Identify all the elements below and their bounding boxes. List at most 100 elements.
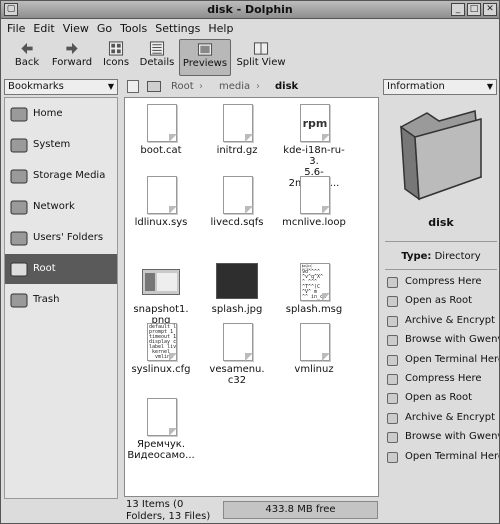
previews-label: Previews xyxy=(182,58,228,69)
file-item[interactable]: ldlinux.sys xyxy=(127,176,195,228)
action-browse-with-gwenv[interactable]: Browse with Gwenv xyxy=(383,428,499,447)
places-item-label: Trash xyxy=(33,294,60,305)
title-bar[interactable]: ▢ disk - Dolphin _ □ ✕ xyxy=(1,1,499,19)
menu-go[interactable]: Go xyxy=(97,21,112,37)
root-drive-icon[interactable] xyxy=(147,81,161,92)
document-icon xyxy=(223,176,253,214)
file-name: syslinux.cfg xyxy=(131,364,191,375)
action-label: Open Terminal Here xyxy=(405,353,499,365)
file-item[interactable]: default li prompt 1 timeout 15 display c… xyxy=(127,323,195,375)
places-item-root[interactable]: Root xyxy=(5,254,117,284)
action-open-as-root[interactable]: Open as Root xyxy=(383,292,499,311)
minimize-button[interactable]: _ xyxy=(451,3,465,16)
action-archive-encrypt-f[interactable]: Archive & Encrypt F xyxy=(383,312,499,331)
menu-bar: File Edit View Go Tools Settings Help xyxy=(3,21,497,37)
details-view-button[interactable]: Details xyxy=(137,39,177,76)
split-view-button[interactable]: Split View xyxy=(235,39,287,76)
close-button[interactable]: ✕ xyxy=(483,3,497,16)
action-icon xyxy=(387,451,398,463)
users-folder-icon xyxy=(9,229,29,247)
action-compress-here[interactable]: Compress Here xyxy=(383,370,499,389)
menu-help[interactable]: Help xyxy=(208,21,233,37)
file-name: boot.cat xyxy=(140,145,182,156)
menu-file[interactable]: File xyxy=(7,21,25,37)
icons-view-button[interactable]: Icons xyxy=(99,39,133,76)
action-icon xyxy=(387,354,398,366)
action-icon xyxy=(387,315,398,327)
action-archive-encrypt-f[interactable]: Archive & Encrypt F xyxy=(383,409,499,428)
action-icon xyxy=(387,296,398,308)
places-item-users-folders[interactable]: Users' Folders xyxy=(5,223,117,253)
previews-button[interactable]: Previews xyxy=(179,39,231,76)
back-label: Back xyxy=(14,57,40,68)
status-text: 13 Items (0 Folders, 13 Files) xyxy=(126,499,211,522)
storage-icon xyxy=(9,167,29,185)
forward-button[interactable]: Forward xyxy=(49,39,95,76)
breadcrumb-disk[interactable]: disk xyxy=(275,81,298,92)
info-divider xyxy=(385,269,497,270)
file-thumbnail xyxy=(142,263,180,301)
back-button[interactable]: Back xyxy=(7,39,47,76)
file-item[interactable]:  9d^^^^ ^v^q^X^ ^_^^^ ^T^^(C ^V^ m ^^ … xyxy=(280,263,348,315)
document-icon xyxy=(300,323,330,361)
dolphin-window: ▢ disk - Dolphin _ □ ✕ File Edit View Go Too… xyxy=(0,0,500,524)
action-browse-with-gwenv[interactable]: Browse with Gwenv xyxy=(383,331,499,350)
type-label: Type: xyxy=(401,251,432,262)
places-item-home[interactable]: Home xyxy=(5,99,117,129)
places-item-system[interactable]: System xyxy=(5,130,117,160)
file-item[interactable]: vesamenu. c32 xyxy=(203,323,271,386)
image-preview-icon xyxy=(216,263,258,299)
info-panel-combo[interactable]: Information ▼ xyxy=(383,79,497,95)
breadcrumb-root[interactable]: Root xyxy=(171,81,194,92)
sidebar-combo-label: Bookmarks xyxy=(8,81,64,92)
information-panel: disk Type: Directory Compress Here Open a… xyxy=(383,97,499,523)
file-item[interactable]: initrd.gz xyxy=(203,104,271,156)
toggle-editable-location-icon[interactable] xyxy=(127,80,139,93)
file-item[interactable]: mcnlive.loop xyxy=(280,176,348,228)
menu-tools[interactable]: Tools xyxy=(120,21,147,37)
action-label: Open as Root xyxy=(405,392,473,404)
trash-icon xyxy=(9,291,29,309)
file-item[interactable]: vmlinuz xyxy=(280,323,348,375)
file-item[interactable]: Яремчук. Видеосамо... xyxy=(127,398,195,461)
rpm-logo-text: rpm xyxy=(302,116,328,130)
selected-item-name: disk xyxy=(428,216,454,229)
document-icon xyxy=(223,323,253,361)
menu-edit[interactable]: Edit xyxy=(33,21,54,37)
file-item[interactable]: livecd.sqfs xyxy=(203,176,271,228)
details-label: Details xyxy=(139,57,175,68)
document-icon xyxy=(147,104,177,142)
menu-view[interactable]: View xyxy=(63,21,89,37)
file-name: mcnlive.loop xyxy=(282,217,346,228)
file-thumbnail xyxy=(218,104,256,142)
network-icon xyxy=(9,198,29,216)
action-icon xyxy=(387,412,398,424)
file-thumbnail xyxy=(295,323,333,361)
sidebar-panel-combo[interactable]: Bookmarks ▼ xyxy=(4,79,118,95)
places-item-storage-media[interactable]: Storage Media xyxy=(5,161,117,191)
places-item-label: Storage Media xyxy=(33,170,106,181)
previews-icon xyxy=(197,43,213,56)
file-item[interactable]: splash.jpg xyxy=(203,263,271,315)
action-icon xyxy=(387,335,398,347)
action-icon xyxy=(387,432,398,444)
places-item-network[interactable]: Network xyxy=(5,192,117,222)
action-compress-here[interactable]: Compress Here xyxy=(383,273,499,292)
maximize-button[interactable]: □ xyxy=(467,3,481,16)
file-item[interactable]: snapshot1. png xyxy=(127,263,195,326)
split-label: Split View xyxy=(236,57,286,68)
places-item-trash[interactable]: Trash xyxy=(5,285,117,315)
file-thumbnail xyxy=(218,323,256,361)
places-item-label: Home xyxy=(33,108,63,119)
folder-large-icon xyxy=(400,110,482,201)
action-open-terminal-here[interactable]: Open Terminal Here xyxy=(383,448,499,467)
chevron-down-icon: ▼ xyxy=(486,82,493,91)
file-thumbnail xyxy=(295,176,333,214)
file-view[interactable]: boot.cat initrd.gz rpm kde-i18n-ru-3. 5.6-2… xyxy=(124,97,379,497)
menu-settings[interactable]: Settings xyxy=(155,21,200,37)
breadcrumb-media[interactable]: media xyxy=(219,81,250,92)
file-item[interactable]: boot.cat xyxy=(127,104,195,156)
places-item-label: System xyxy=(33,139,71,150)
action-open-terminal-here[interactable]: Open Terminal Here xyxy=(383,351,499,370)
action-open-as-root[interactable]: Open as Root xyxy=(383,389,499,408)
